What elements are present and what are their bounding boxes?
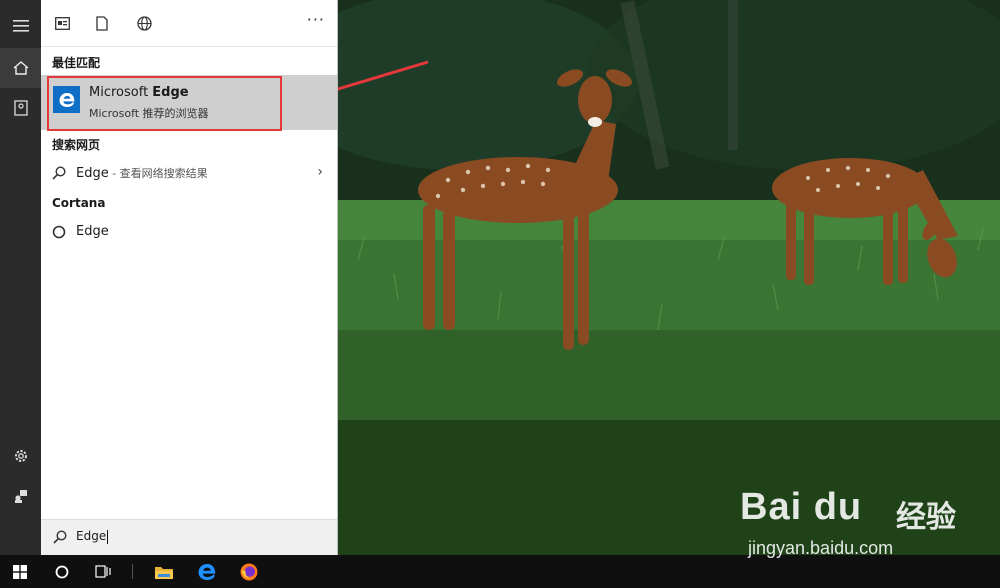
watermark-cn-text: 经验	[896, 500, 956, 535]
apps-icon	[54, 16, 70, 30]
windows-start-icon	[13, 564, 27, 579]
start-button[interactable]	[0, 555, 40, 588]
search-input[interactable]: Edge	[76, 529, 109, 544]
best-match-title-regular: Microsoft	[89, 85, 153, 100]
filter-toolbar: ···	[41, 0, 337, 47]
gear-icon	[14, 450, 27, 462]
web-search-term: Edge	[76, 166, 109, 181]
home-icon	[13, 61, 28, 75]
cortana-result-text: Edge	[76, 224, 109, 239]
start-left-rail	[0, 0, 41, 555]
notebook-icon	[13, 100, 28, 116]
web-search-suffix: - 查看网络搜索结果	[108, 167, 208, 180]
watermark-logo: Bai du	[740, 486, 863, 528]
more-options-icon[interactable]: ···	[307, 10, 325, 29]
search-icon	[53, 530, 67, 544]
firefox-icon	[240, 563, 258, 580]
file-explorer-button[interactable]	[144, 555, 184, 588]
cortana-result[interactable]: Edge	[41, 218, 337, 246]
cortana-heading: Cortana	[52, 196, 106, 210]
home-button[interactable]	[0, 48, 41, 88]
search-box[interactable]: Edge	[41, 519, 337, 555]
web-search-heading: 搜索网页	[52, 138, 101, 152]
edge-icon	[198, 563, 216, 580]
best-match-title-bold: Edge	[152, 85, 189, 100]
filter-apps-button[interactable]	[51, 12, 73, 34]
best-match-heading: 最佳匹配	[52, 56, 101, 70]
best-match-subtitle: Microsoft 推荐的浏览器	[89, 107, 209, 120]
search-icon	[51, 165, 67, 181]
document-icon	[96, 15, 108, 31]
web-search-text: Edge - 查看网络搜索结果	[76, 165, 208, 181]
hamburger-menu-icon	[12, 20, 29, 32]
taskbar-divider	[132, 564, 133, 579]
baidu-jingyan-watermark: Bai du 经验 jingyan.baidu.com	[740, 484, 980, 564]
feedback-icon	[14, 490, 27, 503]
task-view-button[interactable]	[83, 555, 123, 588]
hamburger-menu-button[interactable]	[0, 6, 41, 46]
feedback-button[interactable]	[0, 476, 41, 516]
edge-icon	[59, 92, 74, 107]
best-match-title: Microsoft Edge	[89, 85, 189, 100]
filter-documents-button[interactable]	[91, 12, 113, 34]
settings-button[interactable]	[0, 436, 41, 476]
text-caret	[107, 529, 109, 544]
best-match-result[interactable]: Microsoft Edge Microsoft 推荐的浏览器	[41, 75, 337, 130]
edge-taskbar-button[interactable]	[187, 555, 227, 588]
web-search-result[interactable]: Edge - 查看网络搜索结果 ›	[41, 159, 337, 187]
edge-app-tile	[53, 86, 80, 113]
search-query-text: Edge	[76, 529, 107, 543]
cortana-icon	[55, 565, 69, 578]
cortana-button[interactable]	[42, 555, 82, 588]
notebook-button[interactable]	[0, 88, 41, 128]
cortana-circle-icon	[51, 224, 67, 240]
watermark-url: jingyan.baidu.com	[748, 538, 894, 558]
filter-web-button[interactable]	[133, 12, 155, 34]
globe-icon	[136, 15, 152, 31]
file-explorer-icon	[155, 566, 173, 579]
search-results-panel: ··· 最佳匹配 Microsoft Edge Microsoft 推荐的浏览器…	[41, 0, 338, 555]
firefox-button[interactable]	[229, 555, 269, 588]
task-view-icon	[95, 565, 111, 578]
chevron-right-icon[interactable]: ›	[317, 164, 323, 180]
